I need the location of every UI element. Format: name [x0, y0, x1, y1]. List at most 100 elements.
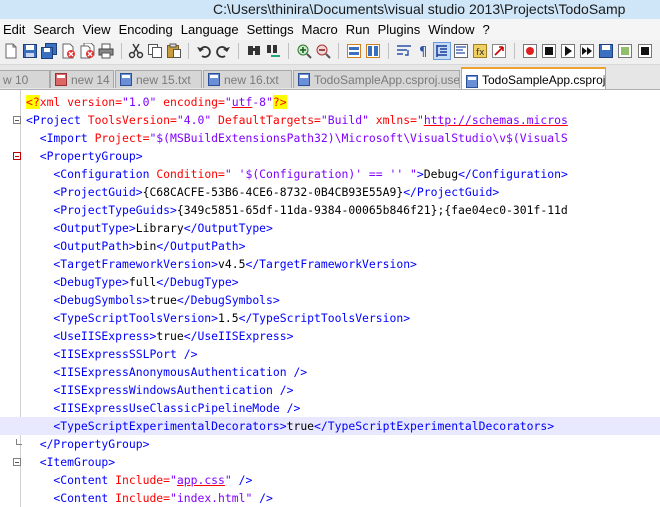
- code-token: </UseIISExpress>: [183, 329, 294, 343]
- undo-icon[interactable]: [196, 43, 212, 59]
- code-line[interactable]: <Configuration Condition=" '$(Configurat…: [0, 165, 660, 183]
- close-all-icon[interactable]: [79, 43, 95, 59]
- fold-toggle-icon[interactable]: [13, 458, 21, 466]
- menu-plugins[interactable]: Plugins: [375, 22, 425, 37]
- code-line[interactable]: <IISExpressSSLPort />: [0, 345, 660, 363]
- function-list-icon[interactable]: fx: [472, 43, 488, 59]
- redo-icon[interactable]: [215, 43, 231, 59]
- copy-icon[interactable]: [147, 43, 163, 59]
- fold-end-marker: [16, 439, 22, 445]
- code-line[interactable]: <ProjectTypeGuids>{349c5851-65df-11da-93…: [0, 201, 660, 219]
- sync-v-icon[interactable]: [346, 43, 362, 59]
- code-line[interactable]: <IISExpressUseClassicPipelineMode />: [0, 399, 660, 417]
- code-token: Debug: [423, 167, 459, 181]
- sync-h-icon[interactable]: [365, 43, 381, 59]
- menu-language[interactable]: Language: [178, 22, 243, 37]
- file-icon: [208, 73, 220, 86]
- code-line[interactable]: <UseIISExpress>true</UseIISExpress>: [0, 327, 660, 345]
- code-line[interactable]: <TargetFrameworkVersion>v4.5</TargetFram…: [0, 255, 660, 273]
- record-icon[interactable]: [522, 43, 538, 59]
- folder-workspace-icon[interactable]: [491, 43, 507, 59]
- new-file-icon[interactable]: [3, 43, 19, 59]
- code-line[interactable]: <Import Project="$(MSBuildExtensionsPath…: [0, 129, 660, 147]
- menu-encoding[interactable]: Encoding: [116, 22, 177, 37]
- menu-search[interactable]: Search: [30, 22, 78, 37]
- play-icon[interactable]: [560, 43, 576, 59]
- stop-icon[interactable]: [541, 43, 557, 59]
- code-token: Include=: [115, 473, 171, 487]
- doc-map-icon[interactable]: [453, 43, 469, 59]
- svg-text:¶: ¶: [419, 45, 427, 59]
- cut-icon[interactable]: [128, 43, 144, 59]
- toolbar-separator: [338, 43, 339, 59]
- tab-label: TodoSampleApp.csproj: [482, 73, 606, 87]
- code-line[interactable]: <PropertyGroup>: [0, 147, 660, 165]
- indent-guide-icon[interactable]: [433, 42, 451, 60]
- paste-icon[interactable]: [166, 43, 182, 59]
- code-token: <ProjectGuid>: [26, 185, 143, 199]
- toolbar-separator: [121, 43, 122, 59]
- code-token: <TargetFrameworkVersion>: [26, 257, 219, 271]
- save-all-icon[interactable]: [41, 43, 57, 59]
- fold-toggle-icon[interactable]: [13, 152, 21, 160]
- menu-help[interactable]: ?: [479, 22, 493, 37]
- code-token: <IISExpressAnonymousAuthentication />: [26, 365, 308, 379]
- play-multiple-icon[interactable]: [579, 43, 595, 59]
- code-line[interactable]: <Project ToolsVersion="4.0" DefaultTarge…: [0, 111, 660, 129]
- menu-view[interactable]: View: [80, 22, 115, 37]
- code-token: <ItemGroup>: [26, 455, 116, 469]
- code-line[interactable]: <ProjectGuid>{C68CACFE-53B6-4CE6-8732-0B…: [0, 183, 660, 201]
- code-line[interactable]: <IISExpressWindowsAuthentication />: [0, 381, 660, 399]
- code-editor[interactable]: <?xml version="1.0" encoding="utf-8"?> <P…: [0, 90, 660, 507]
- zoom-in-icon[interactable]: [296, 43, 312, 59]
- code-line[interactable]: <DebugType>full</DebugType>: [0, 273, 660, 291]
- code-line[interactable]: <ItemGroup>: [0, 453, 660, 471]
- code-token: <TypeScriptToolsVersion>: [26, 311, 219, 325]
- tab-new14[interactable]: new 14: [50, 70, 114, 88]
- menu-macro[interactable]: Macro: [299, 22, 342, 37]
- save-macro-icon[interactable]: [598, 43, 614, 59]
- code-line[interactable]: <OutputPath>bin</OutputPath>: [0, 237, 660, 255]
- file-icon: [298, 73, 310, 86]
- code-line-text: <IISExpressAnonymousAuthentication />: [26, 363, 307, 381]
- code-line-text: <OutputPath>bin</OutputPath>: [26, 237, 245, 255]
- find-icon[interactable]: [246, 43, 262, 59]
- title-bar: C:\Users\thinira\Documents\visual studio…: [0, 0, 660, 19]
- tab-csproj-active[interactable]: TodoSampleApp.csproj: [461, 67, 606, 89]
- more-icon[interactable]: [637, 43, 653, 59]
- menu-run[interactable]: Run: [343, 22, 374, 37]
- menu-settings[interactable]: Settings: [244, 22, 298, 37]
- tab-new16[interactable]: new 16.txt: [203, 70, 292, 88]
- menu-edit[interactable]: Edit: [0, 22, 29, 37]
- tab-new15[interactable]: new 15.txt: [115, 70, 202, 88]
- zoom-out-icon[interactable]: [315, 43, 331, 59]
- show-all-chars-icon[interactable]: ¶: [415, 43, 431, 59]
- fold-toggle-icon[interactable]: [13, 116, 21, 124]
- code-token: "index.html": [170, 491, 253, 505]
- code-token: <Content: [26, 473, 116, 487]
- code-token: true: [286, 419, 315, 433]
- code-line[interactable]: <OutputType>Library</OutputType>: [0, 219, 660, 237]
- replace-icon[interactable]: [265, 43, 281, 59]
- code-line-text: <ProjectGuid>{C68CACFE-53B6-4CE6-8732-0B…: [26, 183, 499, 201]
- save-icon[interactable]: [22, 43, 38, 59]
- code-token: 1.5: [218, 311, 239, 325]
- code-line[interactable]: <Content Include="app.css" />: [0, 471, 660, 489]
- code-token: ": [224, 473, 232, 487]
- code-line[interactable]: <?xml version="1.0" encoding="utf-8"?>: [0, 93, 660, 111]
- code-line[interactable]: <IISExpressAnonymousAuthentication />: [0, 363, 660, 381]
- launch-browser-icon[interactable]: [617, 43, 633, 59]
- close-icon[interactable]: [60, 43, 76, 59]
- tab-csproj-user[interactable]: TodoSampleApp.csproj.user: [293, 70, 460, 88]
- code-line[interactable]: <TypeScriptExperimentalDecorators>true</…: [0, 417, 660, 435]
- code-line[interactable]: <Content Include="index.html" />: [0, 489, 660, 507]
- code-token: </TargetFrameworkVersion>: [245, 257, 417, 271]
- code-line[interactable]: </PropertyGroup>: [0, 435, 660, 453]
- code-line[interactable]: <TypeScriptToolsVersion>1.5</TypeScriptT…: [0, 309, 660, 327]
- code-token: ToolsVersion=: [87, 113, 177, 127]
- tab-w10[interactable]: w 10: [0, 70, 50, 88]
- menu-window[interactable]: Window: [425, 22, 478, 37]
- code-line[interactable]: <DebugSymbols>true</DebugSymbols>: [0, 291, 660, 309]
- print-icon[interactable]: [98, 43, 114, 59]
- word-wrap-icon[interactable]: [396, 43, 412, 59]
